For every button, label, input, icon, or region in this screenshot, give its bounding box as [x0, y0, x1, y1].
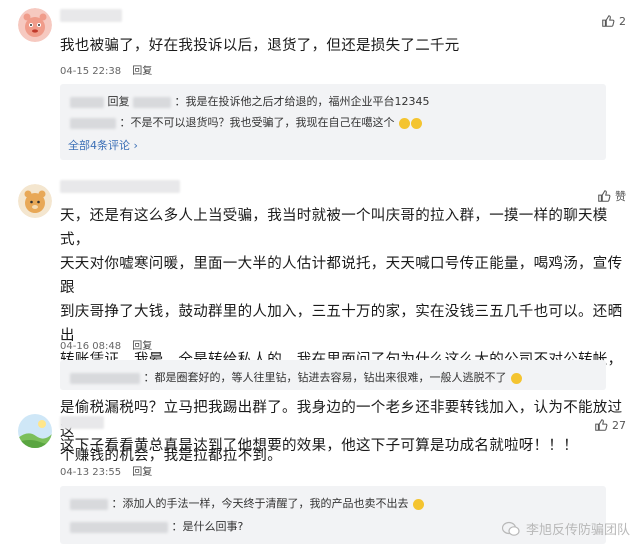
- avatar[interactable]: [18, 8, 52, 42]
- laughing-emoji-icon: [413, 498, 424, 510]
- view-all-replies-label: 全部4条评论: [68, 139, 130, 152]
- reply-button[interactable]: 回复: [132, 467, 152, 478]
- reply-text: ：添加人的手法一样，今天终于清醒了，我的产品也卖不出去: [111, 497, 409, 510]
- avatar[interactable]: [18, 414, 52, 448]
- comment-date: 04-13 23:55: [60, 467, 122, 478]
- reply-to-name-blurred[interactable]: [133, 96, 171, 108]
- laughing-emoji-icon: [411, 117, 422, 129]
- reply-item: ：添加人的手法一样，今天终于清醒了，我的产品也卖不出去: [70, 495, 424, 511]
- chevron-right-icon: ›: [133, 139, 138, 152]
- laughing-emoji-icon: [511, 372, 522, 384]
- reply-item: 回复 ：我是在投诉他之后才给退的，福州企业平台12345: [70, 93, 430, 109]
- reply-text: ：是什么回事?: [171, 520, 244, 533]
- comment-text-line: 天，还是有这么多人上当受骗，我当时就被一个叫庆哥的拉入群，一摸一样的聊天模式，: [60, 208, 608, 248]
- comment-date: 04-16 08:48: [60, 341, 122, 352]
- reply-item: ：不是不可以退货吗？我也受骗了，我现在自己在噶这个: [70, 114, 422, 130]
- watermark-text: 李旭反传防骗团队: [525, 523, 630, 538]
- reply-text: ：都是圈套好的，等人往里钻，钻进去容易，钻出来很难，一般人逃脱不了: [143, 371, 507, 384]
- reply-box: 回复 ：我是在投诉他之后才给退的，福州企业平台12345 ：不是不可以退货吗？我…: [60, 84, 606, 160]
- username-blurred[interactable]: [60, 180, 180, 193]
- comment-date: 04-15 22:38: [60, 66, 122, 77]
- replier-name-blurred[interactable]: [70, 498, 108, 510]
- thumbs-up-icon: [595, 419, 608, 431]
- username-blurred[interactable]: [60, 416, 104, 429]
- comment-text: 我也被骗了，好在我投诉以后，退货了，但还是损失了二千元: [60, 38, 460, 54]
- replier-name-blurred[interactable]: [70, 521, 168, 533]
- like-button[interactable]: 赞: [597, 188, 626, 204]
- like-label: 赞: [615, 190, 626, 203]
- replier-name-blurred[interactable]: [70, 96, 104, 108]
- cartoon-avatar-icon: [18, 8, 52, 42]
- reply-label: 回复: [107, 95, 130, 108]
- comment-meta: 04-15 22:38 回复: [60, 62, 152, 77]
- cartoon-avatar-icon: [18, 184, 52, 218]
- comment-text: 天，还是有这么多人上当受骗，我当时就被一个叫庆哥的拉入群，一摸一样的聊天模式， …: [60, 204, 626, 468]
- like-button[interactable]: 27: [594, 418, 626, 432]
- comment-text-line: 天天对你嘘寒问暖，里面一大半的人估计都说托，天天喊口号传正能量，喝鸡汤，宣传跟: [60, 256, 623, 296]
- like-count: 2: [619, 14, 626, 28]
- reply-item: ：是什么回事?: [70, 518, 243, 534]
- watermark: 李旭反传防骗团队: [501, 519, 630, 538]
- wechat-icon: [501, 521, 520, 536]
- reply-text: ：不是不可以退货吗？我也受骗了，我现在自己在噶这个: [119, 116, 395, 129]
- reply-box: ：都是圈套好的，等人往里钻，钻进去容易，钻出来很难，一般人逃脱不了: [60, 360, 606, 390]
- landscape-avatar-icon: [18, 414, 52, 448]
- comment-meta: 04-16 08:48 回复: [60, 337, 152, 352]
- laughing-emoji-icon: [399, 117, 410, 129]
- reply-button[interactable]: 回复: [132, 66, 152, 77]
- replier-name-blurred[interactable]: [70, 117, 116, 129]
- like-count: 27: [612, 418, 626, 432]
- like-button[interactable]: 2: [601, 14, 626, 28]
- username-blurred[interactable]: [60, 9, 122, 22]
- thumbs-up-icon: [598, 190, 611, 202]
- reply-button[interactable]: 回复: [132, 341, 152, 352]
- avatar[interactable]: [18, 184, 52, 218]
- replier-name-blurred[interactable]: [70, 372, 140, 384]
- reply-text: ：我是在投诉他之后才给退的，福州企业平台12345: [174, 95, 430, 108]
- thumbs-up-icon: [602, 15, 615, 27]
- comment-text: 这下子看看黄总真是达到了他想要的效果，他这下子可算是功成名就啦呀！！！: [60, 438, 578, 454]
- view-all-replies-link[interactable]: 全部4条评论 ›: [68, 137, 138, 153]
- reply-item: ：都是圈套好的，等人往里钻，钻进去容易，钻出来很难，一般人逃脱不了: [70, 369, 522, 385]
- comment-meta: 04-13 23:55 回复: [60, 463, 152, 478]
